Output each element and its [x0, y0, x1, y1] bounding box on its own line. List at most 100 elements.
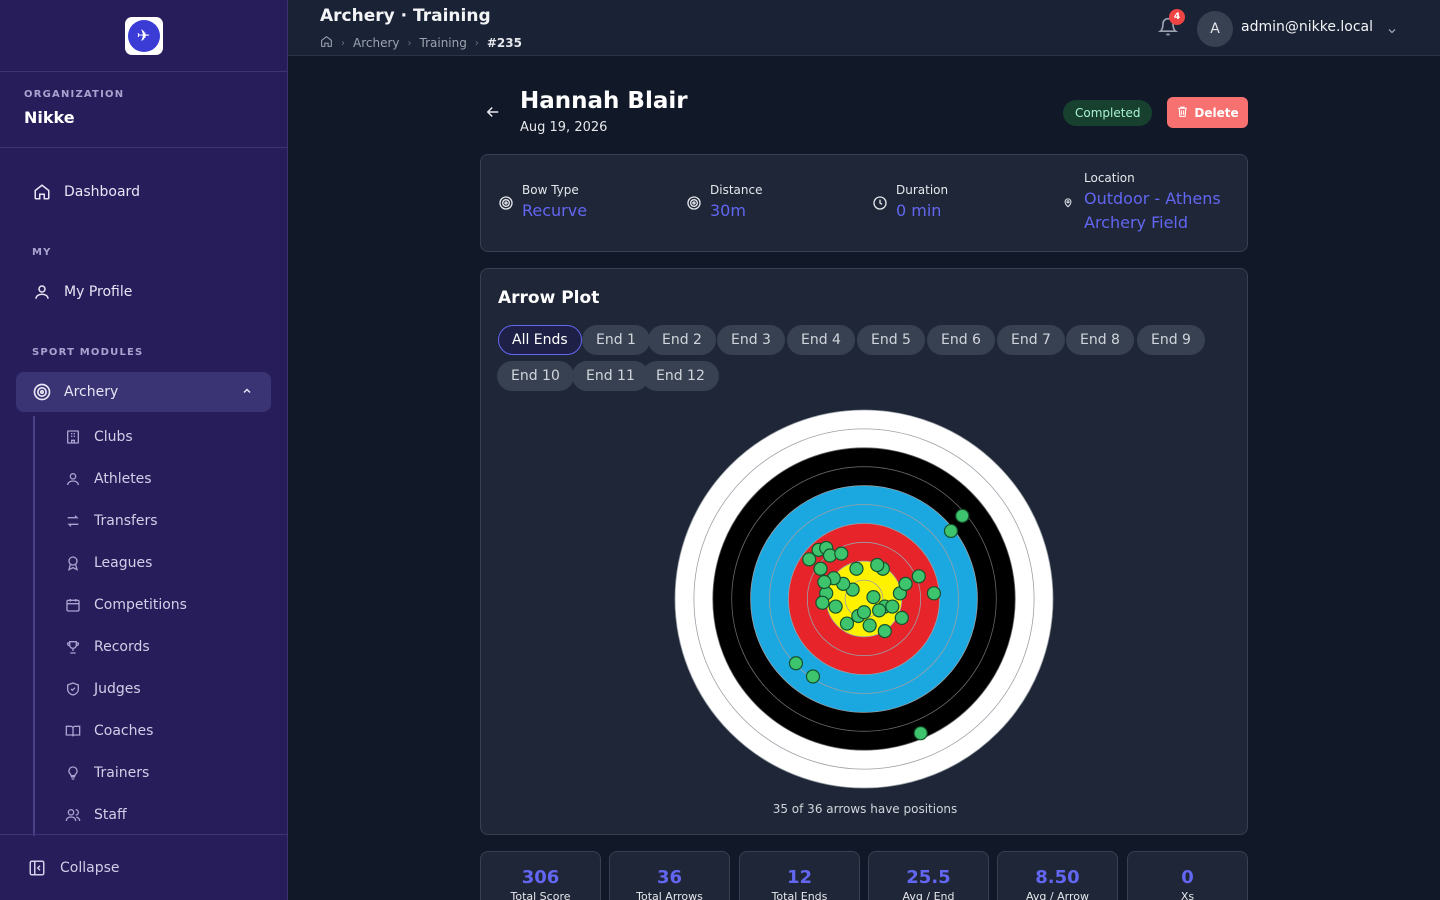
- filter-chip-end[interactable]: End 1: [582, 325, 650, 355]
- chevron-down-icon[interactable]: [1386, 22, 1398, 41]
- filter-chip-end[interactable]: End 9: [1137, 325, 1205, 355]
- organization-block: ORGANIZATION Nikke: [0, 72, 287, 148]
- arrow-hit[interactable]: [913, 726, 928, 741]
- info-value: 30m: [710, 201, 746, 220]
- stat-card: 25.5 Avg / End: [868, 851, 989, 900]
- avatar[interactable]: A: [1197, 11, 1233, 47]
- organization-name: Nikke: [24, 108, 75, 127]
- filter-chip-end[interactable]: End 2: [648, 325, 716, 355]
- stat-label: Avg / Arrow: [1026, 890, 1089, 900]
- user-icon: [64, 470, 82, 488]
- sub-item-label: Transfers: [94, 513, 158, 529]
- arrow-hit[interactable]: [834, 546, 849, 561]
- session-info-card: Bow Type Recurve Distance 30m Duration 0…: [480, 154, 1248, 252]
- stat-label: Total Arrows: [636, 890, 703, 900]
- info-value: Archery Field: [1084, 213, 1189, 232]
- archery-target[interactable]: [673, 408, 1055, 790]
- arrow-hit[interactable]: [955, 508, 970, 523]
- breadcrumb-current: #235: [486, 36, 522, 50]
- arrow-hit[interactable]: [866, 590, 881, 605]
- sub-item-label: Competitions: [94, 597, 187, 613]
- sub-item-competitions[interactable]: Competitions: [64, 591, 187, 619]
- arrow-hit[interactable]: [872, 603, 887, 618]
- filter-chip-end[interactable]: End 12: [642, 361, 719, 391]
- stat-label: Total Ends: [771, 890, 828, 900]
- arrow-hit[interactable]: [817, 574, 832, 590]
- logo[interactable]: ✈: [124, 16, 163, 55]
- sub-item-records[interactable]: Records: [64, 633, 150, 661]
- arrow-hit[interactable]: [877, 624, 892, 639]
- arrow-hit[interactable]: [815, 595, 830, 610]
- breadcrumb-archery[interactable]: Archery: [353, 36, 400, 50]
- nav-archery-label: Archery: [64, 384, 119, 400]
- sub-item-coaches[interactable]: Coaches: [64, 717, 153, 745]
- sub-item-label: Trainers: [94, 765, 150, 781]
- filter-chip-end[interactable]: End 7: [997, 325, 1065, 355]
- arrow-plot-note: 35 of 36 arrows have positions: [772, 802, 958, 816]
- nav-dashboard[interactable]: Dashboard: [16, 172, 271, 212]
- sub-item-transfers[interactable]: Transfers: [64, 507, 158, 535]
- target-icon: [32, 382, 52, 402]
- book-icon: [64, 722, 82, 740]
- filter-chip-end[interactable]: End 8: [1066, 325, 1134, 355]
- sub-item-staff[interactable]: Staff: [64, 801, 127, 829]
- arrow-hit[interactable]: [839, 616, 855, 631]
- arrow-hit[interactable]: [805, 669, 821, 684]
- arrow-hit[interactable]: [885, 599, 900, 614]
- submenu-line: [33, 416, 35, 836]
- sub-item-label: Records: [94, 639, 150, 655]
- breadcrumb-training[interactable]: Training: [420, 36, 467, 50]
- arrow-hit[interactable]: [870, 557, 885, 573]
- nav-my-profile[interactable]: My Profile: [16, 272, 271, 312]
- info-label: Duration: [896, 183, 949, 197]
- collapse-button[interactable]: Collapse: [0, 834, 288, 900]
- status-badge: Completed: [1063, 100, 1153, 126]
- filter-chip-end[interactable]: End 3: [717, 325, 785, 355]
- stat-value: 36: [656, 867, 683, 888]
- filter-chip-end[interactable]: End 11: [572, 361, 649, 391]
- sub-item-label: Clubs: [94, 429, 133, 445]
- arrow-hit[interactable]: [788, 656, 804, 671]
- target-icon: [686, 195, 702, 211]
- users-icon: [64, 806, 82, 824]
- filter-chip-end[interactable]: End 10: [497, 361, 574, 391]
- athlete-name: Hannah Blair: [520, 88, 688, 114]
- filter-chip-end[interactable]: End 5: [857, 325, 925, 355]
- back-arrow-icon[interactable]: [484, 103, 502, 125]
- arrow-hit[interactable]: [898, 576, 913, 591]
- info-duration: Duration 0 min: [872, 183, 948, 223]
- info-bow-type: Bow Type Recurve: [498, 183, 587, 223]
- arrow-hit[interactable]: [849, 561, 864, 576]
- arrow-hit[interactable]: [862, 618, 877, 633]
- home-icon[interactable]: [320, 35, 333, 51]
- user-email[interactable]: admin@nikke.local: [1241, 19, 1373, 35]
- delete-label: Delete: [1194, 105, 1239, 120]
- info-value: Outdoor - Athens: [1084, 189, 1221, 208]
- sub-item-clubs[interactable]: Clubs: [64, 423, 133, 451]
- arrow-hit[interactable]: [813, 561, 828, 576]
- breadcrumb-separator: ›: [474, 37, 479, 49]
- filter-chip-all-ends[interactable]: All Ends: [498, 325, 582, 355]
- sub-item-trainers[interactable]: Trainers: [64, 759, 149, 787]
- sidebar: ✈ ORGANIZATION Nikke Dashboard MY My Pro…: [0, 0, 288, 900]
- stat-label: Total Score: [510, 890, 571, 900]
- nav-archery[interactable]: Archery: [16, 372, 271, 412]
- stat-value: 306: [521, 867, 560, 888]
- delete-button[interactable]: Delete: [1167, 97, 1248, 128]
- sub-item-athletes[interactable]: Athletes: [64, 465, 152, 493]
- arrow-hit[interactable]: [894, 610, 909, 625]
- arrow-hit[interactable]: [943, 523, 959, 539]
- sub-item-label: Coaches: [94, 723, 154, 739]
- stat-card: 12 Total Ends: [739, 851, 860, 900]
- sub-item-judges[interactable]: Judges: [64, 675, 141, 703]
- arrow-hit[interactable]: [911, 569, 926, 584]
- shield-icon: [64, 680, 82, 698]
- sub-item-leagues[interactable]: Leagues: [64, 549, 152, 577]
- lightbulb-icon: [64, 764, 82, 782]
- arrow-hit[interactable]: [926, 586, 942, 601]
- breadcrumb: › Archery › Training › #235: [320, 35, 522, 51]
- arrow-hit[interactable]: [856, 605, 872, 620]
- arrow-hit[interactable]: [828, 599, 843, 614]
- filter-chip-end[interactable]: End 4: [787, 325, 855, 355]
- filter-chip-end[interactable]: End 6: [927, 325, 995, 355]
